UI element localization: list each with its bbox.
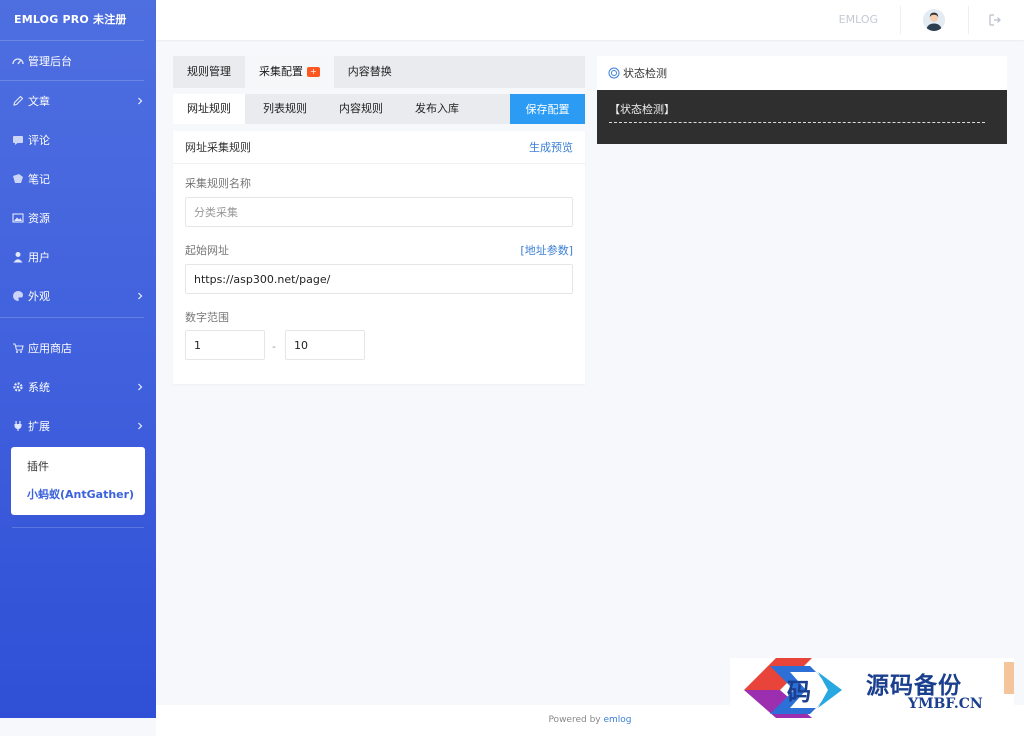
dashboard-icon xyxy=(12,55,24,67)
user-avatar-icon xyxy=(923,9,945,31)
dashed-divider xyxy=(609,122,985,123)
nav-divider xyxy=(0,317,144,318)
gear-icon xyxy=(12,381,24,393)
sidebar-item-label: 资源 xyxy=(28,211,50,225)
rule-name-label: 采集规则名称 xyxy=(185,177,251,190)
tab-list-rules[interactable]: 列表规则 xyxy=(249,94,321,124)
status-console: 【状态检测】 xyxy=(597,90,1007,144)
sidebar-item-resources[interactable]: 资源 xyxy=(0,198,156,237)
sidebar-item-label: 外观 xyxy=(28,289,50,303)
save-config-button[interactable]: 保存配置 xyxy=(510,94,585,124)
tab-rule-management[interactable]: 规则管理 xyxy=(173,56,245,88)
footer-emlog-link[interactable]: emlog xyxy=(604,715,632,725)
card-header: 网址采集规则 生成预览 xyxy=(173,131,585,164)
user-icon xyxy=(12,251,24,263)
sidebar-item-label: 评论 xyxy=(28,133,50,147)
footer-powered-by: Powered by xyxy=(548,715,601,725)
start-url-label: 起始网址 xyxy=(185,244,229,257)
avatar[interactable] xyxy=(923,9,945,31)
chevron-right-icon xyxy=(138,422,143,429)
topbar-divider xyxy=(968,6,969,34)
status-header: 状态检测 xyxy=(597,56,1007,90)
tab-url-rules[interactable]: 网址规则 xyxy=(173,94,245,124)
status-output-text: 【状态检测】 xyxy=(609,103,675,116)
cart-icon xyxy=(12,342,24,354)
tab-content-rules[interactable]: 内容规则 xyxy=(325,94,397,124)
palette-icon xyxy=(12,290,24,302)
sidebar-item-label: 扩展 xyxy=(28,419,50,433)
topbar-divider xyxy=(900,6,901,34)
url-params-link[interactable]: [地址参数] xyxy=(520,242,573,258)
tab-label: 采集配置 xyxy=(259,65,303,78)
logout-icon[interactable] xyxy=(988,13,1002,27)
plug-icon xyxy=(12,420,24,432)
submenu-item-antgather[interactable]: 小蚂蚁(AntGather) xyxy=(11,481,145,509)
sidebar-item-label: 管理后台 xyxy=(28,54,72,68)
top-bar: EMLOG xyxy=(156,0,1024,40)
tab-publish[interactable]: 发布入库 xyxy=(401,94,473,124)
sidebar-item-app-store[interactable]: 应用商店 xyxy=(0,328,156,367)
range-from-input[interactable] xyxy=(185,330,265,360)
url-rule-card: 网址采集规则 生成预览 采集规则名称 起始网址 [地址参数] 数字范围 - xyxy=(173,131,585,384)
range-separator: - xyxy=(272,340,276,353)
comment-icon xyxy=(12,134,24,146)
sidebar-item-dashboard[interactable]: 管理后台 xyxy=(0,41,156,80)
sidebar-item-label: 文章 xyxy=(28,94,50,108)
sidebar-item-comments[interactable]: 评论 xyxy=(0,120,156,159)
sidebar: EMLOG PRO 未注册 管理后台 文章 评论 笔记 资源 用户 外观 应用商… xyxy=(0,0,156,718)
status-check-card: 状态检测 【状态检测】 xyxy=(597,56,1007,144)
number-range-label: 数字范围 xyxy=(185,311,229,324)
watermark-glyph: 码 xyxy=(787,677,811,706)
tab-content-replace[interactable]: 内容替换 xyxy=(334,56,406,88)
extensions-submenu: 插件 小蚂蚁(AntGather) xyxy=(11,447,145,515)
status-title: 状态检测 xyxy=(623,67,667,80)
new-badge: + xyxy=(307,67,320,77)
generate-preview-link[interactable]: 生成预览 xyxy=(529,139,573,155)
nav-divider xyxy=(12,527,144,528)
note-icon xyxy=(12,173,24,185)
primary-tabs: 规则管理 采集配置 + 内容替换 xyxy=(173,56,585,88)
card-title: 网址采集规则 xyxy=(185,141,251,154)
brand-title: EMLOG PRO 未注册 xyxy=(14,13,127,26)
chevron-right-icon xyxy=(138,97,143,104)
image-icon xyxy=(12,212,24,224)
tab-collect-config[interactable]: 采集配置 + xyxy=(245,56,334,88)
rule-name-input[interactable] xyxy=(185,197,573,227)
range-to-input[interactable] xyxy=(285,330,365,360)
watermark-subtitle: YMBF.CN xyxy=(908,696,983,712)
start-url-input[interactable] xyxy=(185,264,573,294)
sidebar-item-system[interactable]: 系统 xyxy=(0,367,156,406)
sidebar-item-articles[interactable]: 文章 xyxy=(0,81,156,120)
chevron-right-icon xyxy=(138,383,143,390)
watermark-title: 源码备份 xyxy=(866,672,962,699)
sidebar-item-users[interactable]: 用户 xyxy=(0,237,156,276)
site-name-link[interactable]: EMLOG xyxy=(839,0,878,40)
sidebar-item-label: 系统 xyxy=(28,380,50,394)
sidebar-item-notes[interactable]: 笔记 xyxy=(0,159,156,198)
target-icon xyxy=(608,67,620,79)
ymbf-watermark: 码 源码备份 YMBF.CN xyxy=(730,658,1014,718)
submenu-item-plugins[interactable]: 插件 xyxy=(11,453,145,481)
sidebar-item-extensions[interactable]: 扩展 xyxy=(0,406,156,445)
chevron-right-icon xyxy=(138,292,143,299)
secondary-tabs: 网址规则 列表规则 内容规则 发布入库 保存配置 xyxy=(173,94,585,124)
sidebar-item-appearance[interactable]: 外观 xyxy=(0,276,156,315)
sidebar-item-label: 笔记 xyxy=(28,172,50,186)
sidebar-item-label: 应用商店 xyxy=(28,341,72,355)
sidebar-item-label: 用户 xyxy=(28,250,50,264)
pencil-icon xyxy=(12,95,24,107)
